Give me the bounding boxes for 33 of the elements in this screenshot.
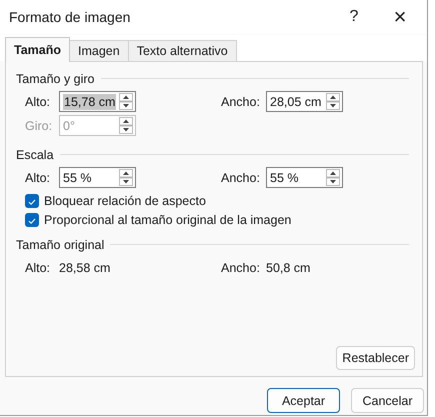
spin-field[interactable]: 55 % — [266, 167, 343, 188]
field-value: 28,58 cm — [59, 260, 112, 274]
spin-field[interactable]: 28,05 cm — [266, 91, 343, 112]
dialog-button[interactable]: Aceptar — [267, 388, 340, 413]
field-label: Ancho: — [221, 170, 261, 184]
field-value: 50,8 cm — [266, 260, 312, 274]
dialog-button[interactable]: Cancelar — [351, 388, 424, 413]
reset-button[interactable]: Restablecer — [336, 346, 415, 370]
spin-field[interactable]: 55 % — [59, 167, 136, 188]
checkbox[interactable] — [25, 194, 39, 208]
field-label: Ancho: — [221, 94, 261, 108]
close-button[interactable]: × — [379, 2, 421, 32]
tab[interactable]: Imagen — [69, 40, 129, 61]
field-label: Alto: — [25, 170, 52, 184]
help-button[interactable]: ? — [333, 2, 375, 32]
spin-field[interactable]: 15,78 cm — [59, 91, 136, 112]
field-label: Ancho: — [221, 260, 261, 274]
window-title: Formato de imagen — [9, 9, 130, 25]
spin-buttons[interactable] — [326, 169, 340, 186]
tab[interactable]: Texto alternativo — [128, 40, 237, 61]
section-title: Tamaño original — [16, 238, 104, 252]
section-title: Escala — [16, 148, 54, 162]
section-title: Tamaño y giro — [16, 72, 95, 86]
checkbox-label: Proporcional al tamaño original de la imagen — [44, 212, 292, 226]
spin-buttons[interactable] — [326, 93, 340, 110]
field-label: Alto: — [25, 260, 52, 274]
checkbox[interactable] — [25, 212, 39, 226]
field-label: Giro: — [25, 118, 54, 132]
checkbox-label: Bloquear relación de aspecto — [44, 194, 206, 208]
spin-buttons[interactable] — [119, 93, 133, 110]
spin-buttons[interactable] — [119, 169, 133, 186]
field-label: Alto: — [25, 94, 52, 108]
tab[interactable]: Tamaño — [5, 37, 70, 62]
